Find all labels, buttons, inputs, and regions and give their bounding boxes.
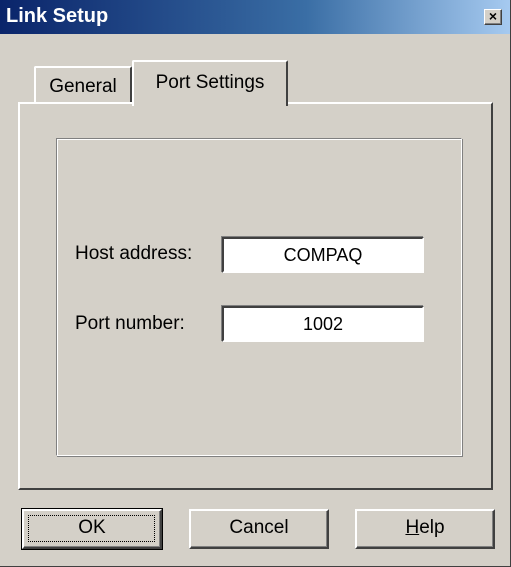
close-icon[interactable]: × <box>484 9 502 25</box>
tab-port-settings-label: Port Settings <box>155 72 265 93</box>
host-address-label: Host address: <box>75 243 193 264</box>
help-button-label: elp <box>419 517 445 538</box>
focus-rectangle <box>28 515 155 542</box>
ok-button[interactable]: OK <box>21 508 163 550</box>
settings-group-box <box>56 138 462 456</box>
host-address-input[interactable] <box>222 237 424 273</box>
tab-general[interactable]: General <box>34 66 132 102</box>
cancel-button[interactable]: Cancel <box>189 509 329 549</box>
tab-join <box>134 100 286 106</box>
port-number-input[interactable] <box>222 306 424 342</box>
window-title: Link Setup <box>6 5 109 27</box>
tab-general-label: General <box>49 76 117 97</box>
link-setup-dialog: Link Setup × General Port Settings Host … <box>0 0 511 567</box>
help-button[interactable]: Help <box>355 509 495 549</box>
port-number-label: Port number: <box>75 313 185 334</box>
help-button-mnemonic: H <box>405 517 420 538</box>
title-bar[interactable]: Link Setup × <box>0 0 510 34</box>
cancel-button-label: Cancel <box>229 517 289 538</box>
